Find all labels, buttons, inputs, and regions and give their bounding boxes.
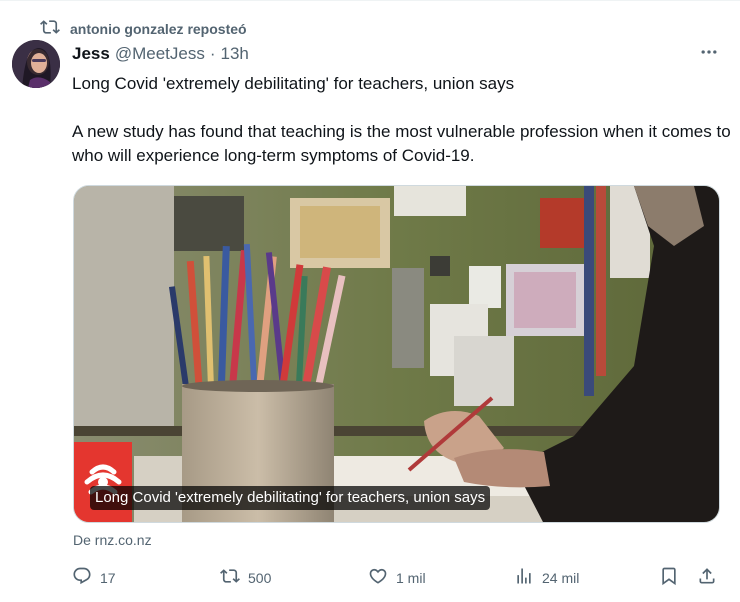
views-count: 24 mil: [542, 569, 580, 586]
reply-button[interactable]: 17: [72, 566, 116, 589]
bookmark-button[interactable]: [659, 566, 679, 589]
repost-label: antonio gonzalez reposteó: [70, 20, 247, 37]
like-count: 1 mil: [396, 569, 426, 586]
views-button[interactable]: 24 mil: [514, 566, 579, 589]
like-button[interactable]: 1 mil: [368, 566, 426, 589]
more-options-button[interactable]: [694, 42, 724, 66]
share-button[interactable]: [697, 566, 717, 589]
repost-context[interactable]: antonio gonzalez reposteó: [40, 17, 247, 40]
repost-icon: [220, 566, 240, 589]
tweet-time[interactable]: 13h: [221, 44, 249, 64]
bookmark-icon: [659, 566, 679, 589]
more-icon: [699, 42, 719, 67]
share-icon: [697, 566, 717, 589]
reply-icon: [72, 566, 92, 589]
tweet-header: Jess @MeetJess · 13h: [72, 44, 249, 64]
card-caption: Long Covid 'extremely debilitating' for …: [90, 486, 491, 510]
tweet-paragraph-headline: Long Covid 'extremely debilitating' for …: [72, 74, 515, 93]
analytics-icon: [514, 566, 534, 589]
author-name[interactable]: Jess: [72, 44, 110, 64]
repost-button[interactable]: 500: [220, 566, 271, 589]
tweet-paragraph-body: A new study has found that teaching is t…: [72, 122, 731, 165]
top-divider: [0, 0, 740, 1]
card-photo: [74, 186, 719, 522]
reply-count: 17: [100, 569, 116, 586]
card-source[interactable]: De rnz.co.nz: [73, 532, 152, 548]
repost-icon: [40, 17, 60, 40]
header-separator: ·: [209, 44, 216, 63]
link-card[interactable]: Long Covid 'extremely debilitating' for …: [73, 185, 720, 523]
tweet-text: Long Covid 'extremely debilitating' for …: [72, 72, 732, 168]
action-bar: 17 500 1 mil 24 mil: [72, 566, 722, 590]
rnz-logo: [74, 442, 132, 522]
author-handle[interactable]: @MeetJess: [115, 44, 205, 64]
repost-count: 500: [248, 569, 272, 586]
avatar[interactable]: [12, 40, 60, 88]
heart-icon: [368, 566, 388, 589]
